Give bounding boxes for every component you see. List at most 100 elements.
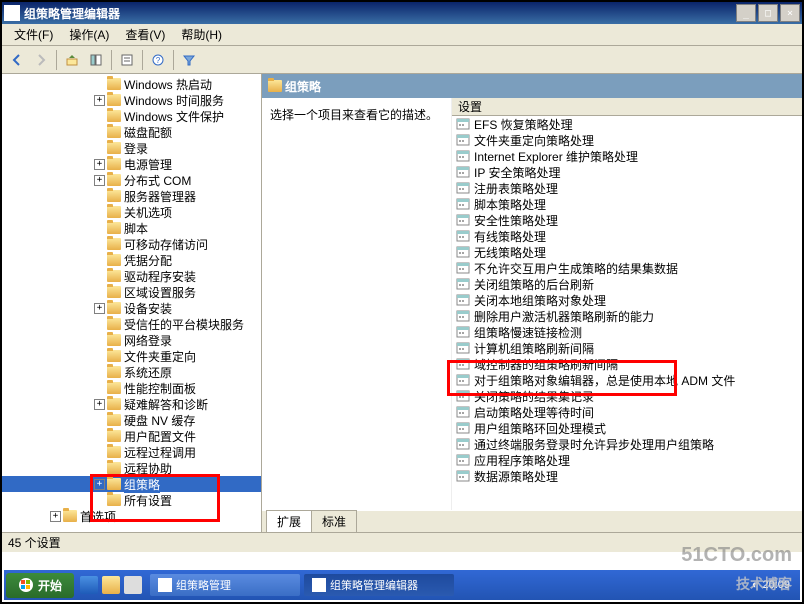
tree-item[interactable]: 系统还原	[2, 364, 261, 380]
tree-item[interactable]: 驱动程序安装	[2, 268, 261, 284]
tree-item[interactable]: 远程协助	[2, 460, 261, 476]
tree-label: Windows 文件保护	[124, 108, 224, 125]
setting-item[interactable]: 数据源策略处理	[452, 468, 802, 484]
window-title: 组策略管理编辑器	[24, 5, 734, 22]
filter-button[interactable]	[178, 49, 200, 71]
tree-item[interactable]: 脚本	[2, 220, 261, 236]
tree-item[interactable]: +设备安装	[2, 300, 261, 316]
expand-toggle[interactable]: +	[94, 95, 105, 106]
setting-item[interactable]: 关闭组策略的后台刷新	[452, 276, 802, 292]
up-button[interactable]	[61, 49, 83, 71]
tree-label: 可移动存储访问	[124, 236, 208, 253]
tree-label: 关机选项	[124, 204, 172, 221]
tree-item[interactable]: 受信任的平台模块服务	[2, 316, 261, 332]
task1-label: 组策略管理	[176, 577, 231, 593]
tree-item[interactable]: 磁盘配额	[2, 124, 261, 140]
tree-item[interactable]: 凭据分配	[2, 252, 261, 268]
setting-item[interactable]: EFS 恢复策略处理	[452, 116, 802, 132]
folder-icon	[63, 510, 77, 522]
tree-item[interactable]: 硬盘 NV 缓存	[2, 412, 261, 428]
tab-extended[interactable]: 扩展	[266, 510, 312, 532]
help-button[interactable]: ?	[147, 49, 169, 71]
setting-item[interactable]: 启动策略处理等待时间	[452, 404, 802, 420]
setting-item[interactable]: 脚本策略处理	[452, 196, 802, 212]
show-hide-button[interactable]	[85, 49, 107, 71]
setting-item[interactable]: 不允许交互用户生成策略的结果集数据	[452, 260, 802, 276]
tree-item[interactable]: 区域设置服务	[2, 284, 261, 300]
ql-desktop-icon[interactable]	[124, 576, 142, 594]
folder-icon	[107, 158, 121, 170]
setting-item[interactable]: 用户组策略环回处理模式	[452, 420, 802, 436]
tree-item[interactable]: 所有设置	[2, 492, 261, 508]
tree-item[interactable]: +Windows 时间服务	[2, 92, 261, 108]
expand-toggle[interactable]: +	[94, 159, 105, 170]
setting-item[interactable]: 文件夹重定向策略处理	[452, 132, 802, 148]
setting-icon	[456, 213, 470, 227]
tree-label: 区域设置服务	[124, 284, 196, 301]
start-button[interactable]: 开始	[6, 573, 74, 598]
setting-item[interactable]: 关闭策略的结果集记录	[452, 388, 802, 404]
expand-toggle[interactable]: +	[94, 175, 105, 186]
column-header-setting[interactable]: 设置	[452, 98, 802, 116]
ql-explorer-icon[interactable]	[102, 576, 120, 594]
back-button[interactable]	[6, 49, 28, 71]
menu-view[interactable]: 查看(V)	[117, 24, 173, 45]
tree-item[interactable]: 登录	[2, 140, 261, 156]
maximize-button[interactable]: □	[758, 4, 778, 22]
forward-button[interactable]	[30, 49, 52, 71]
folder-icon	[107, 494, 121, 506]
tree-item[interactable]: 文件夹重定向	[2, 348, 261, 364]
tree-item[interactable]: Windows 文件保护	[2, 108, 261, 124]
setting-item[interactable]: 对于组策略对象编辑器，总是使用本地 ADM 文件	[452, 372, 802, 388]
tree-label: 脚本	[124, 220, 148, 237]
tree-item[interactable]: 关机选项	[2, 204, 261, 220]
tree-item[interactable]: Windows 热启动	[2, 76, 261, 92]
taskbar-item-gpmc[interactable]: 组策略管理	[150, 574, 300, 596]
setting-item[interactable]: 注册表策略处理	[452, 180, 802, 196]
tree-item[interactable]: +分布式 COM	[2, 172, 261, 188]
ql-ie-icon[interactable]	[80, 576, 98, 594]
tree-item[interactable]: 远程过程调用	[2, 444, 261, 460]
menu-file[interactable]: 文件(F)	[6, 24, 61, 45]
tree-item[interactable]: +首选项	[2, 508, 261, 524]
setting-item[interactable]: 删除用户激活机器策略刷新的能力	[452, 308, 802, 324]
setting-item[interactable]: 组策略慢速链接检测	[452, 324, 802, 340]
expand-toggle[interactable]: +	[94, 303, 105, 314]
setting-icon	[456, 421, 470, 435]
tree-item[interactable]: 网络登录	[2, 332, 261, 348]
close-button[interactable]: ×	[780, 4, 800, 22]
setting-item[interactable]: 应用程序策略处理	[452, 452, 802, 468]
expand-toggle[interactable]: +	[50, 511, 61, 522]
tab-standard[interactable]: 标准	[311, 510, 357, 532]
tree-item[interactable]: 服务器管理器	[2, 188, 261, 204]
tray-icon[interactable]: ◐	[752, 579, 759, 591]
tree-item[interactable]: 用户配置文件	[2, 428, 261, 444]
setting-item[interactable]: 通过终端服务登录时允许异步处理用户组策略	[452, 436, 802, 452]
tree-item[interactable]: 可移动存储访问	[2, 236, 261, 252]
setting-item[interactable]: IP 安全策略处理	[452, 164, 802, 180]
setting-item[interactable]: 安全性策略处理	[452, 212, 802, 228]
setting-label: 脚本策略处理	[474, 196, 546, 213]
task2-label: 组策略管理编辑器	[330, 577, 418, 593]
menu-help[interactable]: 帮助(H)	[173, 24, 230, 45]
tree-item[interactable]: +组策略	[2, 476, 261, 492]
tree-item[interactable]: 性能控制面板	[2, 380, 261, 396]
setting-item[interactable]: 关闭本地组策略对象处理	[452, 292, 802, 308]
setting-item[interactable]: 计算机组策略刷新间隔	[452, 340, 802, 356]
menu-action[interactable]: 操作(A)	[61, 24, 117, 45]
setting-item[interactable]: 有线策略处理	[452, 228, 802, 244]
tree-item[interactable]: +电源管理	[2, 156, 261, 172]
expand-toggle[interactable]: +	[94, 399, 105, 410]
system-tray[interactable]: ◐ 20:09	[744, 579, 798, 591]
taskbar-item-gpeditor[interactable]: 组策略管理编辑器	[304, 574, 454, 596]
expand-toggle[interactable]: +	[94, 479, 105, 490]
setting-item[interactable]: Internet Explorer 维护策略处理	[452, 148, 802, 164]
tree-panel[interactable]: Windows 热启动+Windows 时间服务Windows 文件保护磁盘配额…	[2, 74, 262, 532]
setting-item[interactable]: 无线策略处理	[452, 244, 802, 260]
tree-item[interactable]: +疑难解答和诊断	[2, 396, 261, 412]
setting-icon	[456, 165, 470, 179]
minimize-button[interactable]: _	[736, 4, 756, 22]
settings-list[interactable]: 设置 EFS 恢复策略处理文件夹重定向策略处理Internet Explorer…	[452, 98, 802, 510]
properties-button[interactable]	[116, 49, 138, 71]
setting-item[interactable]: 域控制器的组策略刷新间隔	[452, 356, 802, 372]
